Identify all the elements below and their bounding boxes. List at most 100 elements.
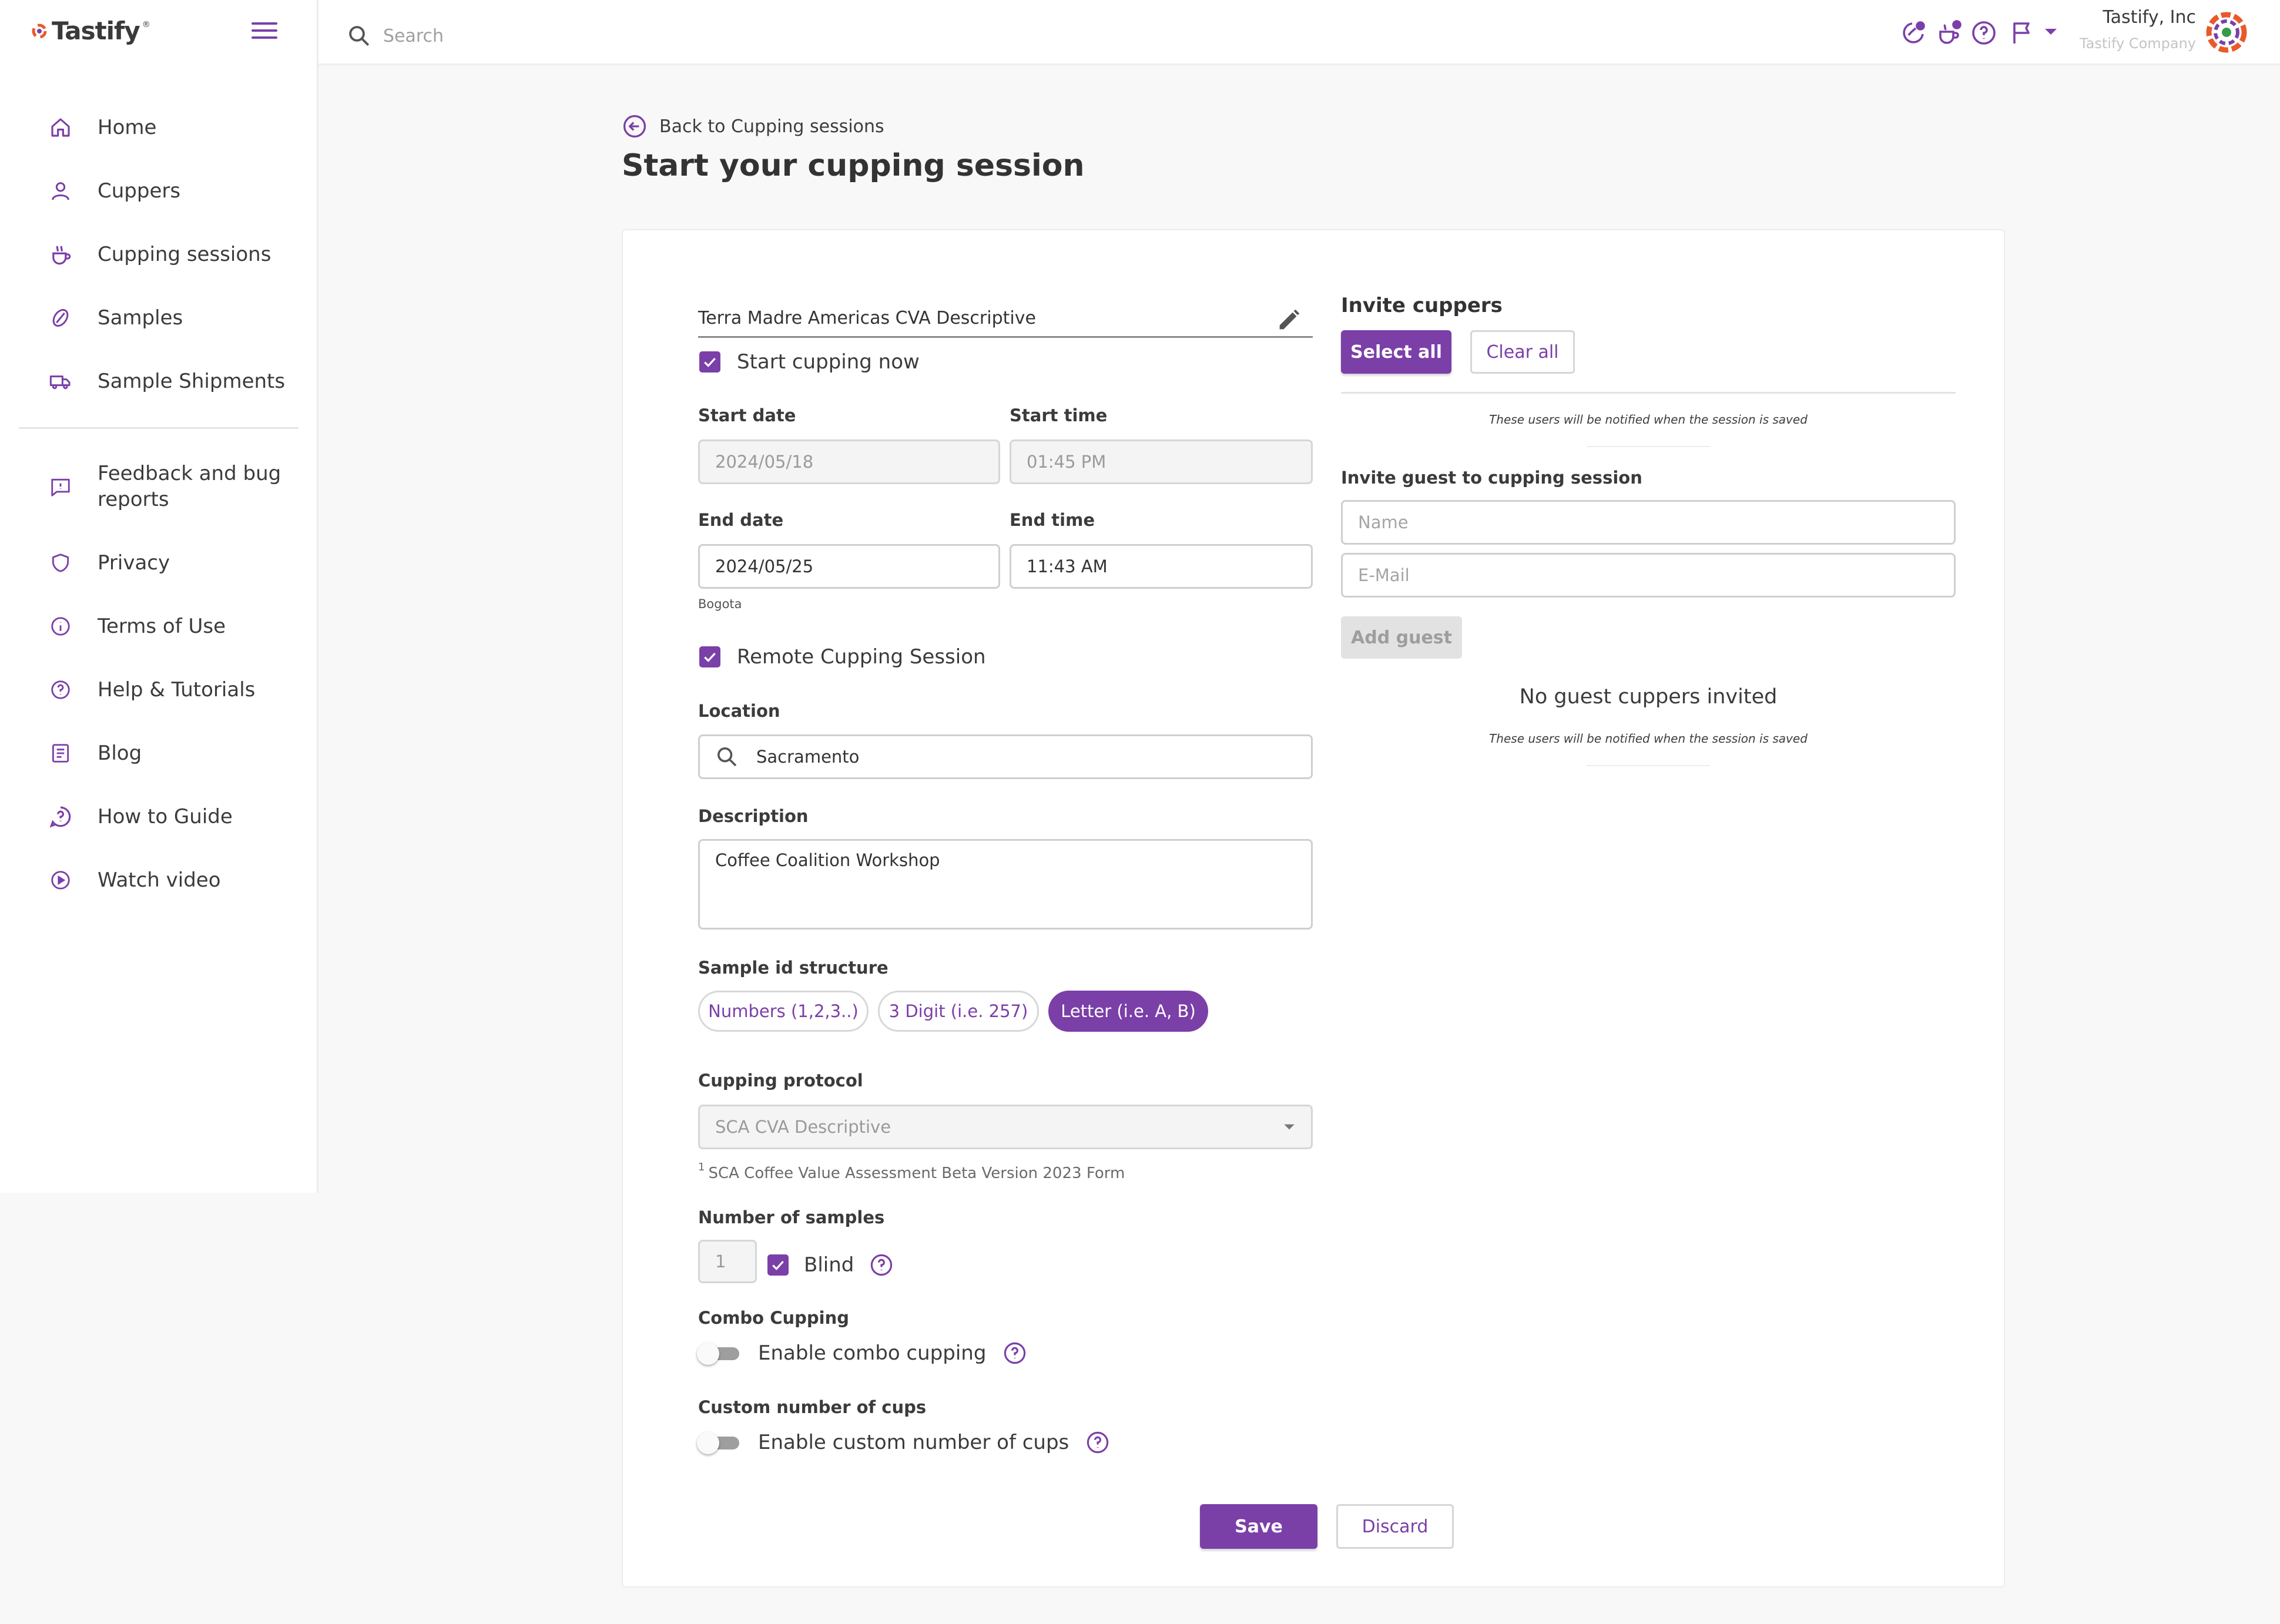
tastify-logo-icon bbox=[32, 24, 47, 38]
remote-session-row[interactable]: Remote Cupping Session bbox=[699, 645, 986, 669]
sidebar-item-label: How to Guide bbox=[98, 805, 233, 828]
user-icon bbox=[47, 177, 74, 204]
blind-help-icon[interactable] bbox=[869, 1253, 894, 1277]
footnote-mark: 1 bbox=[698, 1161, 705, 1173]
help-icon[interactable] bbox=[1970, 19, 1998, 47]
start-time-label: Start time bbox=[1010, 405, 1108, 425]
sample-id-letter-option[interactable]: Letter (i.e. A, B) bbox=[1048, 991, 1208, 1032]
start-date-label: Start date bbox=[698, 405, 796, 425]
start-time-field[interactable] bbox=[1010, 439, 1313, 484]
protocol-footnote: 1 SCA Coffee Value Assessment Beta Versi… bbox=[698, 1161, 1125, 1182]
sidebar-item-label: Terms of Use bbox=[98, 615, 226, 638]
sidebar-item-label: Home bbox=[98, 116, 157, 139]
back-arrow-icon bbox=[623, 115, 646, 138]
sidebar-item-samples[interactable]: Samples bbox=[47, 304, 183, 331]
sidebar-item-how-to-guide[interactable]: How to Guide bbox=[47, 803, 233, 830]
sidebar-item-label: Cupping sessions bbox=[98, 243, 271, 266]
sample-id-3digit-option[interactable]: 3 Digit (i.e. 257) bbox=[878, 991, 1039, 1032]
remote-session-checkbox[interactable] bbox=[699, 646, 720, 667]
start-date-field[interactable] bbox=[698, 439, 1000, 484]
custom-cups-toggle-label: Enable custom number of cups bbox=[758, 1431, 1069, 1454]
guide-icon bbox=[47, 803, 74, 830]
blind-label: Blind bbox=[804, 1253, 854, 1277]
sidebar-item-help[interactable]: Help & Tutorials bbox=[47, 676, 255, 703]
logo-trademark: ® bbox=[142, 19, 150, 29]
chevron-down-icon[interactable] bbox=[2044, 27, 2058, 36]
tastify-logo[interactable]: Tastify ® bbox=[29, 16, 150, 45]
guest-note-underline bbox=[1587, 765, 1710, 766]
company-name[interactable]: Tastify, Inc bbox=[2103, 7, 2196, 28]
menu-toggle-icon[interactable] bbox=[252, 22, 277, 41]
sidebar-item-terms[interactable]: Terms of Use bbox=[47, 613, 226, 640]
session-name[interactable]: Terra Madre Americas CVA Descriptive bbox=[698, 308, 1036, 328]
cupping-notification-icon[interactable] bbox=[1936, 19, 1964, 47]
sidebar-item-label: Sample Shipments bbox=[98, 370, 286, 393]
sidebar-item-label: Cuppers bbox=[98, 179, 181, 203]
combo-cupping-help-icon[interactable] bbox=[1002, 1341, 1027, 1365]
location-value: Sacramento bbox=[756, 747, 860, 767]
description-value: Coffee Coalition Workshop bbox=[715, 850, 940, 870]
help-icon bbox=[47, 676, 74, 703]
flag-icon[interactable] bbox=[2009, 19, 2037, 47]
clear-all-button[interactable]: Clear all bbox=[1470, 330, 1575, 374]
sidebar-item-label: Privacy bbox=[98, 551, 170, 575]
search-input[interactable] bbox=[382, 20, 796, 52]
combo-cupping-toggle[interactable] bbox=[697, 1343, 742, 1365]
combo-cupping-row[interactable]: Enable combo cupping bbox=[697, 1341, 1027, 1365]
invite-divider bbox=[1341, 392, 1956, 394]
select-all-button[interactable]: Select all bbox=[1341, 330, 1451, 374]
sidebar-item-cuppers[interactable]: Cuppers bbox=[47, 177, 180, 204]
cupping-protocol-value: SCA CVA Descriptive bbox=[715, 1117, 891, 1137]
session-name-underline bbox=[698, 336, 1313, 338]
location-search-icon bbox=[717, 747, 737, 767]
dropdown-arrow-icon bbox=[1284, 1124, 1295, 1130]
cupping-protocol-select[interactable]: SCA CVA Descriptive bbox=[698, 1105, 1313, 1149]
timezone-label: Bogota bbox=[698, 597, 742, 611]
guest-notify-note: These users will be notified when the se… bbox=[1489, 732, 1808, 746]
info-icon bbox=[47, 613, 74, 640]
avatar[interactable] bbox=[2206, 12, 2247, 53]
number-of-samples-field[interactable] bbox=[698, 1240, 757, 1283]
end-date-label: End date bbox=[698, 510, 784, 530]
description-textarea[interactable]: Coffee Coalition Workshop bbox=[698, 839, 1313, 930]
no-guests-message: No guest cuppers invited bbox=[1519, 685, 1778, 709]
location-field[interactable]: Sacramento bbox=[698, 734, 1313, 779]
remote-session-label: Remote Cupping Session bbox=[737, 645, 986, 669]
shield-icon bbox=[47, 549, 74, 576]
pencil-edit-icon[interactable] bbox=[1275, 307, 1302, 334]
cupping-protocol-label: Cupping protocol bbox=[698, 1071, 863, 1091]
end-time-field[interactable] bbox=[1010, 544, 1313, 589]
start-cupping-now-checkbox[interactable] bbox=[699, 351, 720, 373]
start-cupping-now-label: Start cupping now bbox=[737, 350, 920, 374]
sidebar-item-blog[interactable]: Blog bbox=[47, 740, 142, 767]
sidebar-item-feedback[interactable]: Feedback and bug reports bbox=[47, 461, 286, 512]
page-title: Start your cupping session bbox=[622, 148, 1085, 183]
blind-row[interactable]: Blind bbox=[767, 1253, 894, 1277]
footnote-text: SCA Coffee Value Assessment Beta Version… bbox=[708, 1165, 1125, 1182]
guest-email-input[interactable] bbox=[1341, 553, 1956, 598]
feedback-icon bbox=[47, 474, 74, 501]
sidebar-item-privacy[interactable]: Privacy bbox=[47, 549, 170, 576]
custom-cups-row[interactable]: Enable custom number of cups bbox=[697, 1430, 1110, 1455]
discard-button[interactable]: Discard bbox=[1336, 1504, 1454, 1549]
guest-name-input[interactable] bbox=[1341, 500, 1956, 545]
description-label: Description bbox=[698, 806, 809, 826]
start-cupping-now-row[interactable]: Start cupping now bbox=[699, 350, 920, 374]
blind-checkbox[interactable] bbox=[767, 1254, 789, 1276]
cuppers-notification-icon[interactable] bbox=[1899, 19, 1927, 47]
add-guest-button[interactable]: Add guest bbox=[1341, 616, 1462, 659]
sidebar-item-cupping-sessions[interactable]: Cupping sessions bbox=[47, 241, 271, 268]
sidebar-item-label: Samples bbox=[98, 306, 183, 330]
play-icon bbox=[47, 867, 74, 894]
custom-cups-toggle[interactable] bbox=[697, 1432, 742, 1454]
end-date-field[interactable] bbox=[698, 544, 1000, 589]
back-to-sessions-link[interactable]: Back to Cupping sessions bbox=[622, 113, 884, 139]
sidebar-item-home[interactable]: Home bbox=[47, 114, 156, 141]
sample-id-numbers-option[interactable]: Numbers (1,2,3..) bbox=[698, 991, 869, 1032]
save-button[interactable]: Save bbox=[1200, 1504, 1317, 1549]
sidebar-item-watch-video[interactable]: Watch video bbox=[47, 867, 221, 894]
custom-cups-help-icon[interactable] bbox=[1085, 1430, 1110, 1455]
home-icon bbox=[47, 114, 74, 141]
sidebar-divider bbox=[19, 427, 299, 429]
sidebar-item-sample-shipments[interactable]: Sample Shipments bbox=[47, 368, 285, 395]
